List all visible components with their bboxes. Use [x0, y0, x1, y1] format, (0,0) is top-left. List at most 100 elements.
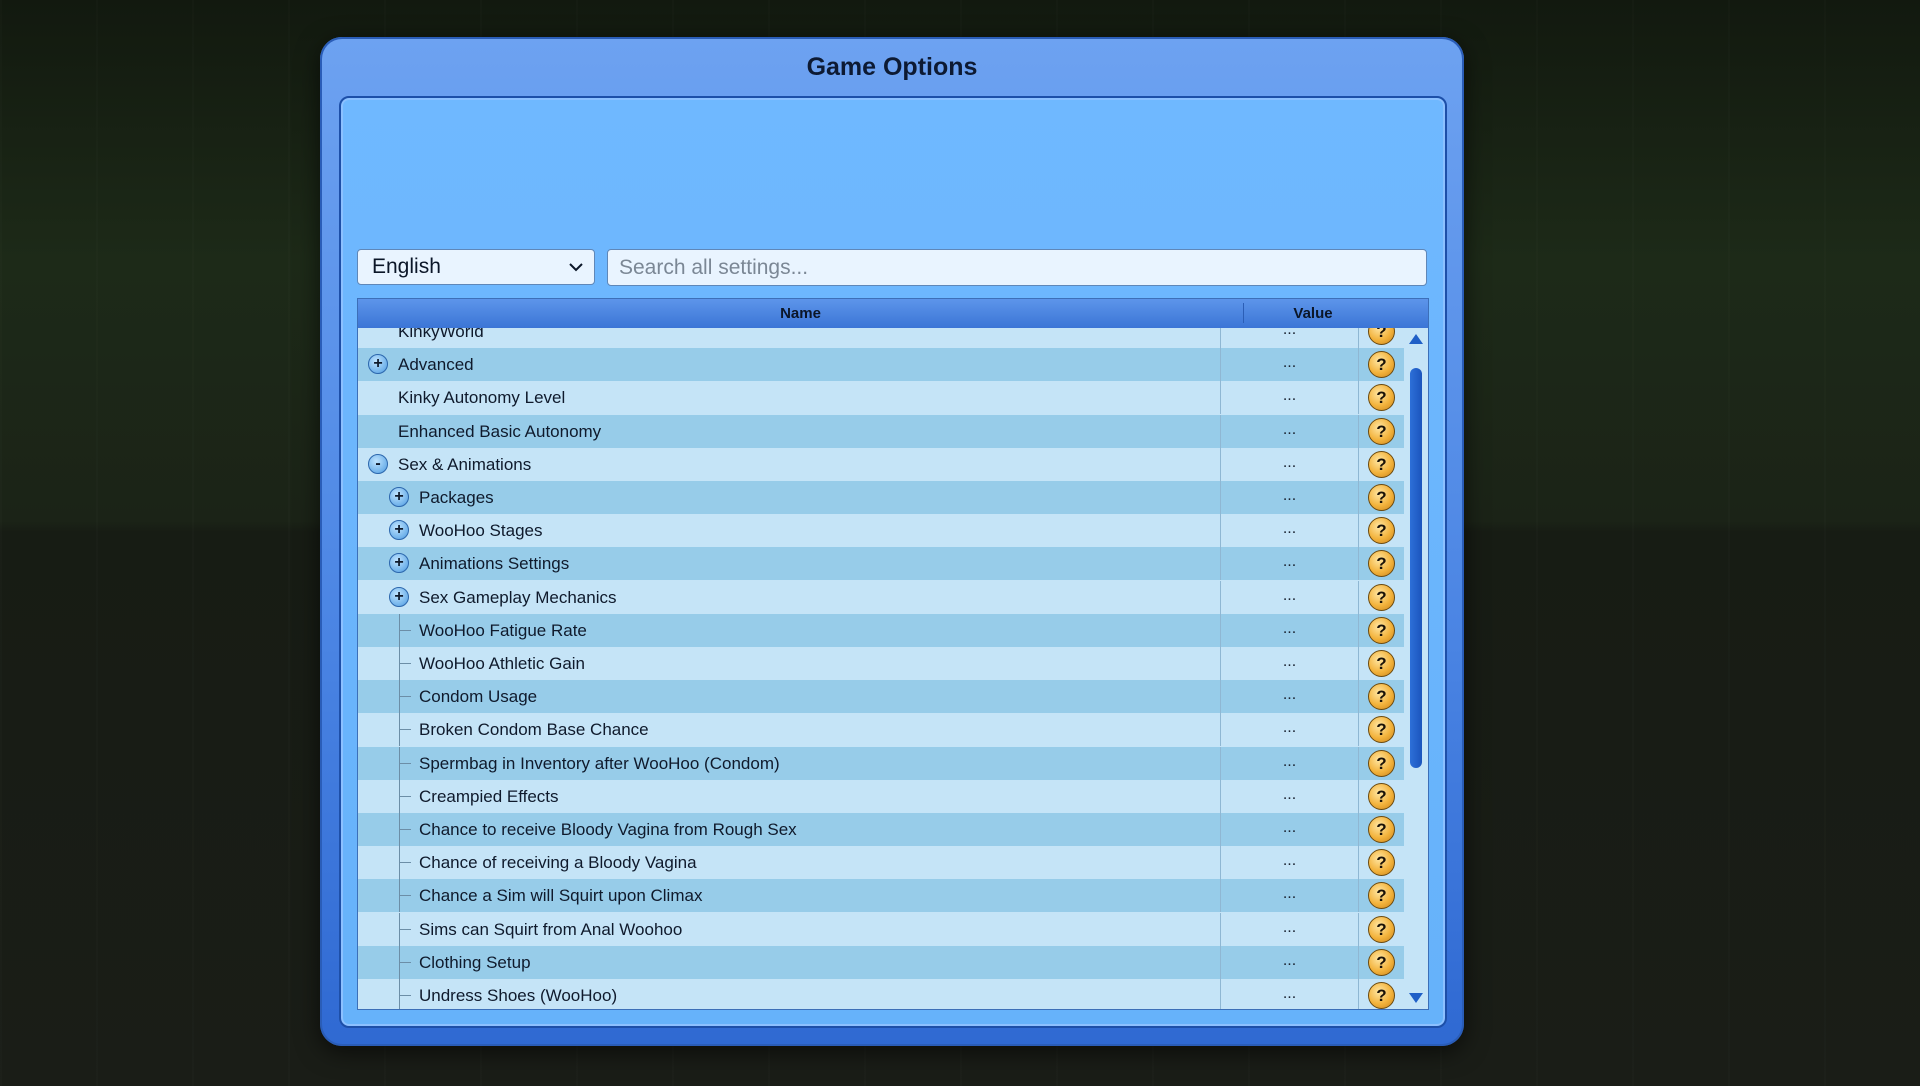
setting-name-cell[interactable]: WooHoo Fatigue Rate — [358, 613, 1221, 647]
setting-value-cell[interactable]: ... — [1221, 713, 1359, 747]
setting-label: Sex Gameplay Mechanics — [419, 587, 617, 607]
setting-value-cell[interactable]: ... — [1221, 647, 1359, 680]
plus-icon[interactable]: + — [389, 520, 409, 541]
table-row[interactable]: + Sex Gameplay Mechanics...? — [358, 580, 1404, 614]
setting-value-cell[interactable]: ... — [1221, 813, 1359, 846]
setting-name-cell[interactable]: Condom Usage — [358, 680, 1221, 714]
question-mark-icon[interactable]: ? — [1368, 417, 1395, 445]
setting-name-cell[interactable]: Creampied Effects — [358, 779, 1221, 813]
vertical-scrollbar[interactable] — [1404, 328, 1428, 1009]
question-mark-icon[interactable]: ? — [1368, 484, 1395, 511]
question-mark-icon[interactable]: ? — [1368, 683, 1395, 711]
question-mark-icon[interactable]: ? — [1368, 716, 1395, 744]
question-mark-icon[interactable]: ? — [1368, 450, 1395, 478]
question-mark-icon[interactable]: ? — [1368, 616, 1395, 644]
question-mark-icon[interactable]: ? — [1368, 517, 1395, 545]
setting-name-cell[interactable]: - Sex & Animations — [358, 447, 1221, 481]
table-row[interactable]: Kinky Autonomy Level...? — [358, 381, 1404, 415]
setting-name-cell[interactable]: + Sex Gameplay Mechanics — [358, 580, 1221, 614]
setting-value-cell[interactable]: ... — [1221, 979, 1359, 1009]
table-row[interactable]: WooHoo Fatigue Rate...? — [358, 613, 1404, 647]
setting-name-cell[interactable]: KinkyWorld — [358, 328, 1221, 348]
setting-name-cell[interactable]: Undress Shoes (WooHoo) — [358, 979, 1221, 1009]
table-row[interactable]: Chance to receive Bloody Vagina from Rou… — [358, 813, 1404, 846]
question-mark-icon[interactable]: ? — [1368, 882, 1395, 910]
setting-name-cell[interactable]: Enhanced Basic Autonomy — [358, 414, 1221, 448]
question-mark-icon[interactable]: ? — [1368, 782, 1395, 810]
question-mark-icon[interactable]: ? — [1368, 650, 1395, 677]
table-row[interactable]: Enhanced Basic Autonomy...? — [358, 414, 1404, 448]
setting-value-cell[interactable]: ... — [1221, 580, 1359, 614]
triangle-down-icon[interactable] — [1409, 993, 1423, 1003]
setting-value-cell[interactable]: ... — [1221, 846, 1359, 880]
table-row[interactable]: Condom Usage...? — [358, 680, 1404, 714]
setting-name-cell[interactable]: Chance to receive Bloody Vagina from Rou… — [358, 813, 1221, 846]
setting-name-cell[interactable]: Broken Condom Base Chance — [358, 713, 1221, 747]
table-row[interactable]: Creampied Effects...? — [358, 779, 1404, 813]
setting-name-cell[interactable]: WooHoo Athletic Gain — [358, 647, 1221, 680]
plus-icon[interactable]: + — [389, 553, 409, 574]
question-mark-icon[interactable]: ? — [1368, 948, 1395, 976]
setting-value-cell[interactable]: ... — [1221, 447, 1359, 481]
setting-value-cell[interactable]: ... — [1221, 613, 1359, 647]
setting-value-cell[interactable]: ... — [1221, 481, 1359, 514]
setting-value-cell[interactable]: ... — [1221, 680, 1359, 714]
question-mark-icon[interactable]: ? — [1368, 583, 1395, 611]
setting-value-cell[interactable]: ... — [1221, 381, 1359, 415]
setting-name-cell[interactable]: + Packages — [358, 481, 1221, 514]
plus-icon[interactable]: + — [389, 586, 409, 607]
table-row[interactable]: Spermbag in Inventory after WooHoo (Cond… — [358, 746, 1404, 780]
setting-value-cell[interactable]: ... — [1221, 328, 1359, 348]
chevron-down-icon — [569, 263, 583, 272]
setting-value-cell[interactable]: ... — [1221, 879, 1359, 913]
setting-name-cell[interactable]: Clothing Setup — [358, 945, 1221, 979]
table-row[interactable]: + Animations Settings...? — [358, 547, 1404, 581]
setting-name-cell[interactable]: + Advanced — [358, 348, 1221, 382]
column-header-value[interactable]: Value — [1244, 305, 1382, 322]
scrollbar-thumb[interactable] — [1410, 368, 1422, 768]
question-mark-icon[interactable]: ? — [1368, 550, 1395, 578]
question-mark-icon[interactable]: ? — [1368, 749, 1395, 777]
table-row[interactable]: Sims can Squirt from Anal Woohoo...? — [358, 912, 1404, 946]
setting-name-cell[interactable]: + Animations Settings — [358, 547, 1221, 581]
table-row[interactable]: Clothing Setup...? — [358, 945, 1404, 979]
table-row[interactable]: Chance a Sim will Squirt upon Climax...? — [358, 879, 1404, 913]
setting-value-cell[interactable]: ... — [1221, 348, 1359, 382]
question-mark-icon[interactable]: ? — [1368, 384, 1395, 412]
search-input[interactable] — [607, 249, 1427, 286]
setting-value-cell[interactable]: ... — [1221, 779, 1359, 813]
setting-name-cell[interactable]: Sims can Squirt from Anal Woohoo — [358, 912, 1221, 946]
setting-value-cell[interactable]: ... — [1221, 514, 1359, 548]
table-row[interactable]: + Advanced...? — [358, 348, 1404, 382]
table-row[interactable]: Undress Shoes (WooHoo)...? — [358, 979, 1404, 1009]
column-header-name[interactable]: Name — [358, 305, 1243, 322]
table-row[interactable]: + Packages...? — [358, 481, 1404, 514]
setting-value-cell[interactable]: ... — [1221, 414, 1359, 448]
question-mark-icon[interactable]: ? — [1368, 328, 1395, 345]
setting-name-cell[interactable]: Spermbag in Inventory after WooHoo (Cond… — [358, 746, 1221, 780]
table-row[interactable]: Broken Condom Base Chance...? — [358, 713, 1404, 747]
setting-name-cell[interactable]: Chance a Sim will Squirt upon Climax — [358, 879, 1221, 913]
setting-name-cell[interactable]: + WooHoo Stages — [358, 514, 1221, 548]
question-mark-icon[interactable]: ? — [1368, 351, 1395, 379]
setting-name-cell[interactable]: Kinky Autonomy Level — [358, 381, 1221, 415]
setting-value-cell[interactable]: ... — [1221, 912, 1359, 946]
plus-icon[interactable]: + — [368, 354, 388, 375]
triangle-up-icon[interactable] — [1409, 334, 1423, 344]
table-row[interactable]: KinkyWorld...? — [358, 328, 1404, 348]
setting-value-cell[interactable]: ... — [1221, 746, 1359, 780]
table-row[interactable]: Chance of receiving a Bloody Vagina...? — [358, 846, 1404, 880]
table-row[interactable]: WooHoo Athletic Gain...? — [358, 647, 1404, 680]
question-mark-icon[interactable]: ? — [1368, 915, 1395, 943]
question-mark-icon[interactable]: ? — [1368, 816, 1395, 843]
language-select[interactable]: English — [357, 249, 595, 285]
setting-value-cell[interactable]: ... — [1221, 945, 1359, 979]
plus-icon[interactable]: + — [389, 487, 409, 507]
table-row[interactable]: + WooHoo Stages...? — [358, 514, 1404, 548]
setting-name-cell[interactable]: Chance of receiving a Bloody Vagina — [358, 846, 1221, 880]
minus-icon[interactable]: - — [368, 453, 388, 474]
question-mark-icon[interactable]: ? — [1368, 982, 1395, 1009]
question-mark-icon[interactable]: ? — [1368, 849, 1395, 877]
table-row[interactable]: - Sex & Animations...? — [358, 447, 1404, 481]
setting-value-cell[interactable]: ... — [1221, 547, 1359, 581]
